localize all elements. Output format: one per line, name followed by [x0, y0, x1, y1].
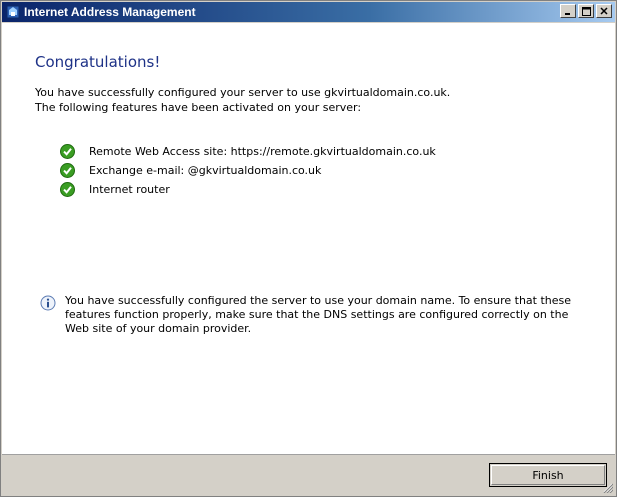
feature-label: Internet router: [89, 183, 170, 196]
network-app-icon: [6, 5, 20, 19]
green-check-icon: [60, 163, 75, 178]
feature-item: Remote Web Access site: https://remote.g…: [60, 142, 436, 161]
window-title: Internet Address Management: [24, 5, 196, 19]
resize-grip-icon[interactable]: [601, 481, 613, 493]
maximize-icon: [581, 6, 591, 16]
title-bar[interactable]: Internet Address Management: [2, 2, 615, 22]
finish-button-label: Finish: [532, 468, 564, 482]
feature-item: Exchange e-mail: @gkvirtualdomain.co.uk: [60, 161, 436, 180]
green-check-icon: [60, 182, 75, 197]
close-button[interactable]: [596, 4, 612, 18]
info-text: You have successfully configured the ser…: [65, 294, 572, 335]
wizard-footer: Finish: [2, 455, 615, 495]
feature-item: Internet router: [60, 180, 436, 199]
wizard-window: Internet Address Management Congratulati…: [0, 0, 617, 497]
intro-line-1: You have successfully configured your se…: [35, 86, 451, 99]
feature-label: Remote Web Access site: https://remote.g…: [89, 145, 436, 158]
info-icon: [40, 295, 56, 311]
wizard-content: Congratulations! You have successfully c…: [2, 23, 615, 455]
finish-button[interactable]: Finish: [489, 463, 607, 487]
page-heading: Congratulations!: [35, 53, 161, 71]
feature-label: Exchange e-mail: @gkvirtualdomain.co.uk: [89, 164, 322, 177]
intro-text: You have successfully configured your se…: [35, 85, 450, 115]
close-icon: [600, 7, 608, 15]
minimize-icon: [565, 13, 570, 15]
minimize-button[interactable]: [560, 4, 576, 18]
green-check-icon: [60, 144, 75, 159]
feature-list: Remote Web Access site: https://remote.g…: [60, 142, 436, 199]
info-notice: You have successfully configured the ser…: [40, 294, 575, 336]
maximize-button[interactable]: [578, 4, 594, 18]
intro-line-2: The following features have been activat…: [35, 101, 362, 114]
